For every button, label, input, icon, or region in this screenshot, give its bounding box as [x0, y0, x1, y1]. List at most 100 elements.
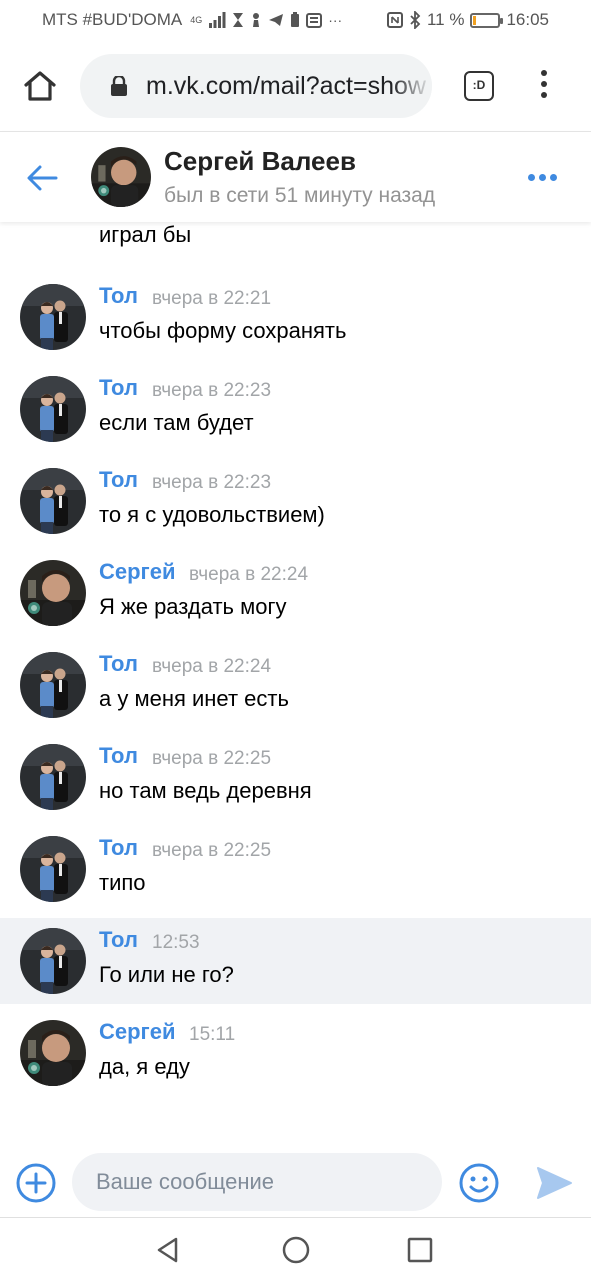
message-time: вчера в 22:23: [152, 380, 272, 401]
status-bar: MTS #BUD'DOMA 4G ··· 11 % 16:05: [0, 0, 591, 40]
chat-title[interactable]: Сергей Валеев: [164, 146, 356, 177]
message-time: вчера в 22:24: [152, 656, 272, 677]
lock-icon: [111, 76, 127, 96]
author-avatar[interactable]: [20, 1020, 86, 1086]
more-dot: [539, 174, 546, 181]
hourglass-icon: [233, 13, 244, 27]
tabs-button[interactable]: :D: [464, 71, 494, 101]
arrow-left-icon: [27, 165, 58, 191]
status-right: 11 % 16:05: [386, 10, 549, 30]
emoji-button[interactable]: [458, 1162, 500, 1204]
author-avatar[interactable]: [20, 560, 86, 626]
message-item[interactable]: Тол вчера в 22:25 типо: [0, 826, 591, 912]
telegram-icon: [269, 14, 284, 26]
message-item[interactable]: Тол вчера в 22:24 а у меня инет есть: [0, 642, 591, 728]
message-author[interactable]: Тол: [99, 283, 138, 309]
battery-percent: 11 %: [426, 10, 465, 29]
message-text: Го или не го?: [99, 962, 234, 987]
nfc-icon: [386, 12, 403, 28]
author-avatar[interactable]: [20, 376, 86, 442]
back-button[interactable]: [24, 160, 60, 196]
home-button[interactable]: [20, 66, 60, 106]
message-time: 12:53: [152, 932, 200, 953]
message-author[interactable]: Тол: [99, 375, 138, 401]
message-author[interactable]: Сергей: [99, 559, 175, 585]
avatar-image: [91, 147, 151, 207]
triangle-back-icon: [157, 1237, 178, 1263]
message-author[interactable]: Тол: [99, 651, 138, 677]
message-text: то я с удовольствием): [99, 502, 325, 527]
avatar-image: [20, 652, 86, 718]
chat-avatar[interactable]: [91, 147, 151, 207]
author-avatar[interactable]: [20, 928, 86, 994]
avatar-image: [20, 468, 86, 534]
message-item[interactable]: Сергей 15:11 да, я еду: [0, 1010, 591, 1096]
more-dot: [528, 174, 535, 181]
author-avatar[interactable]: [20, 284, 86, 350]
message-item[interactable]: Тол вчера в 22:21 чтобы форму сохранять: [0, 274, 591, 360]
message-text: а у меня инет есть: [99, 686, 289, 711]
nav-home-button[interactable]: [281, 1235, 311, 1265]
message-item[interactable]: Тол 12:53 Го или не го?: [0, 918, 591, 1004]
message-list: играл бы Тол вчера в 22:21 чтобы форму сох…: [0, 222, 591, 1147]
chess-pawn-icon: [253, 13, 260, 27]
status-left: MTS #BUD'DOMA 4G ···: [42, 10, 342, 30]
home-icon: [24, 71, 56, 101]
message-item[interactable]: Тол вчера в 22:23 если там будет: [0, 366, 591, 452]
message-time: вчера в 22:25: [152, 840, 272, 861]
status-icons: 4G ···: [190, 11, 342, 29]
message-author[interactable]: Тол: [99, 927, 138, 953]
message-text-continued: играл бы: [99, 222, 192, 247]
message-time: вчера в 22:23: [152, 472, 272, 493]
message-text: Я же раздать могу: [99, 594, 287, 619]
more-actions-button[interactable]: [528, 174, 562, 184]
message-text: типо: [99, 870, 146, 895]
send-button[interactable]: [535, 1164, 573, 1202]
battery-alert-icon: [291, 12, 300, 27]
author-avatar[interactable]: [20, 744, 86, 810]
message-text: но там ведь деревня: [99, 778, 312, 803]
message-text: если там будет: [99, 410, 254, 435]
message-time: вчера в 22:24: [189, 564, 309, 585]
menu-dot: [541, 70, 547, 76]
author-avatar[interactable]: [20, 652, 86, 718]
avatar-image: [20, 1020, 86, 1086]
message-item[interactable]: Тол вчера в 22:23 то я с удовольствием): [0, 458, 591, 544]
avatar-image: [20, 376, 86, 442]
avatar-image: [20, 928, 86, 994]
more-dot: [550, 174, 557, 181]
browser-menu-button[interactable]: [534, 68, 554, 104]
author-avatar[interactable]: [20, 468, 86, 534]
signal-icon: [209, 12, 226, 28]
clock: 16:05: [506, 10, 549, 29]
composer: [0, 1147, 591, 1217]
chat-status: был в сети 51 минуту назад: [164, 184, 436, 207]
network-type-label: 4G: [190, 15, 203, 25]
send-icon: [537, 1167, 572, 1199]
nav-back-button[interactable]: [154, 1236, 182, 1264]
message-author[interactable]: Сергей: [99, 1019, 175, 1045]
message-input[interactable]: [72, 1153, 442, 1211]
attach-button[interactable]: [15, 1162, 57, 1204]
menu-dot: [541, 81, 547, 87]
avatar-image: [20, 836, 86, 902]
battery-level: [473, 15, 477, 25]
chat-header: Сергей Валеев был в сети 51 минуту назад: [0, 132, 591, 222]
author-avatar[interactable]: [20, 836, 86, 902]
url-fade: [392, 54, 432, 118]
message-author[interactable]: Тол: [99, 467, 138, 493]
bluetooth-icon: [410, 11, 421, 29]
news-icon: [306, 12, 323, 28]
circle-home-icon: [282, 1236, 310, 1264]
message-author[interactable]: Тол: [99, 835, 138, 861]
message-item[interactable]: Сергей вчера в 22:24 Я же раздать могу: [0, 550, 591, 636]
message-time: 15:11: [189, 1024, 236, 1045]
message-author[interactable]: Тол: [99, 743, 138, 769]
url-text: m.vk.com/mail?act=show: [146, 72, 426, 100]
nav-recents-button[interactable]: [407, 1237, 433, 1263]
browser-toolbar: m.vk.com/mail?act=show :D: [0, 40, 591, 132]
message-text: да, я еду: [99, 1054, 190, 1079]
address-bar[interactable]: m.vk.com/mail?act=show: [80, 54, 432, 118]
avatar-image: [20, 744, 86, 810]
message-item[interactable]: Тол вчера в 22:25 но там ведь деревня: [0, 734, 591, 820]
